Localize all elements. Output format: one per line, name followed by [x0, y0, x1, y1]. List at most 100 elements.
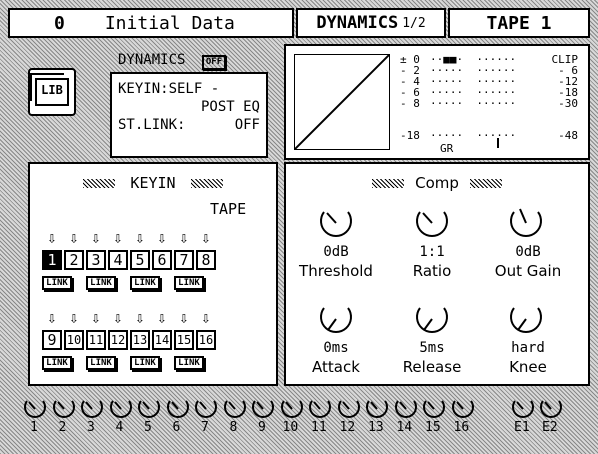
- dynamics-info-box[interactable]: KEYIN:SELF - POST EQ ST.LINK: OFF: [110, 72, 268, 158]
- knee-label: Knee: [509, 358, 547, 376]
- keyin-channel-button-16[interactable]: 16: [196, 330, 216, 350]
- channel-knob-6[interactable]: [165, 396, 191, 420]
- channel-knob-label-13: 13: [368, 420, 384, 435]
- channel-knob-1[interactable]: [22, 396, 48, 420]
- hatch-decoration: [83, 179, 116, 188]
- page-index: 1/2: [402, 15, 426, 31]
- keyin-source-label: TAPE: [210, 200, 247, 218]
- keyin-buttons-row1: 1 2 3 4 5 6 7 8: [42, 250, 262, 270]
- keyin-channel-button-10[interactable]: 10: [64, 330, 84, 350]
- channel-knob-11[interactable]: [307, 396, 333, 420]
- channel-knob-10[interactable]: [279, 396, 305, 420]
- channel-knob-7[interactable]: [193, 396, 219, 420]
- down-arrow-icon: ⇩: [91, 308, 101, 327]
- down-arrow-icon: ⇩: [157, 228, 167, 247]
- keyin-channel-button-1[interactable]: 1: [42, 250, 62, 270]
- channel-knob-3[interactable]: [79, 396, 105, 420]
- channel-knob-8[interactable]: [222, 396, 248, 420]
- stereo-link-value: OFF: [234, 117, 260, 133]
- comp-title-row: Comp: [284, 174, 590, 192]
- channel-knob-label-5: 5: [144, 420, 152, 435]
- channel-knob-16[interactable]: [450, 396, 476, 420]
- meter-dots: ··■■· ······ ····· ······ ····· ······ ·…: [430, 54, 528, 141]
- keyin-channel-button-14[interactable]: 14: [152, 330, 172, 350]
- meter-label-r4: -30: [558, 97, 578, 110]
- keyin-channel-button-4[interactable]: 4: [108, 250, 128, 270]
- channel-knob-14[interactable]: [393, 396, 419, 420]
- gain-reduction-label: GR: [440, 142, 454, 155]
- out-gain-label: Out Gain: [494, 262, 562, 280]
- channel-knob-15[interactable]: [421, 396, 447, 420]
- channel-knob-E1[interactable]: [510, 396, 536, 420]
- link-button-13-14[interactable]: LINK: [130, 356, 160, 370]
- down-arrow-icon: ⇩: [91, 228, 101, 247]
- release-label: Release: [402, 358, 462, 376]
- dynamics-on-off-button[interactable]: OFF: [201, 55, 227, 70]
- channel-knob-4[interactable]: [108, 396, 134, 420]
- keyin-channel-button-8[interactable]: 8: [196, 250, 216, 270]
- stereo-link-label: ST.LINK:: [118, 117, 186, 133]
- dynamics-graph: [294, 54, 390, 150]
- channel-knob-12[interactable]: [336, 396, 362, 420]
- comp-knob-area: 0dB Threshold 1:1 Ratio 0dB Out Gain 0ms…: [284, 196, 590, 386]
- keyin-channel-button-9[interactable]: 9: [42, 330, 62, 350]
- channel-knob-label-16: 16: [453, 420, 470, 435]
- gain-reduction-marker: [497, 138, 499, 148]
- keyin-channel-button-7[interactable]: 7: [174, 250, 194, 270]
- down-arrow-icon: ⇩: [113, 228, 123, 247]
- out-gain-value: 0dB: [515, 244, 541, 260]
- link-button-9-10[interactable]: LINK: [42, 356, 72, 370]
- keyin-channel-button-3[interactable]: 3: [86, 250, 106, 270]
- library-button[interactable]: LIB: [28, 68, 76, 116]
- link-row1: LINK LINK LINK LINK: [42, 276, 262, 290]
- link-button-15-16[interactable]: LINK: [174, 356, 204, 370]
- down-arrow-icon: ⇩: [69, 308, 79, 327]
- keyin-row1: ⇩ ⇩ ⇩ ⇩ ⇩ ⇩ ⇩ ⇩ 1 2 3 4 5 6 7 8 LINK LINK LI…: [42, 230, 262, 290]
- hatch-decoration: [190, 179, 223, 188]
- threshold-knob[interactable]: [316, 204, 356, 240]
- channel-knob-E2[interactable]: [538, 396, 564, 420]
- scene-number: 0: [54, 12, 65, 34]
- keyin-channel-button-12[interactable]: 12: [108, 330, 128, 350]
- knee-knob[interactable]: [506, 300, 546, 336]
- channel-knob-label-2: 2: [58, 420, 67, 435]
- channel-knob-label-E2: E2: [542, 420, 558, 435]
- channel-knob-label-8: 8: [229, 420, 238, 435]
- knee-value: hard: [511, 340, 545, 356]
- channel-knob-2[interactable]: [51, 396, 77, 420]
- down-arrow-icon: ⇩: [179, 228, 189, 247]
- meter-dot-row: ····· ······: [430, 97, 517, 110]
- keyin-channel-button-6[interactable]: 6: [152, 250, 172, 270]
- down-arrow-icon: ⇩: [69, 228, 79, 247]
- threshold-value: 0dB: [323, 244, 349, 260]
- channel-knob-9[interactable]: [250, 396, 276, 420]
- link-button-5-6[interactable]: LINK: [130, 276, 160, 290]
- attack-knob[interactable]: [316, 300, 356, 336]
- scene-name: Initial Data: [104, 12, 235, 34]
- keyin-channel-button-13[interactable]: 13: [130, 330, 150, 350]
- scene-header[interactable]: 0 Initial Data: [8, 8, 294, 38]
- down-arrow-icon: ⇩: [47, 308, 57, 327]
- link-row2: LINK LINK LINK LINK: [42, 356, 262, 370]
- keyin-channel-button-5[interactable]: 5: [130, 250, 150, 270]
- ratio-knob[interactable]: [412, 204, 452, 240]
- down-arrow-icon: ⇩: [201, 308, 211, 327]
- link-button-7-8[interactable]: LINK: [174, 276, 204, 290]
- keyin-channel-button-15[interactable]: 15: [174, 330, 194, 350]
- keyin-channel-button-11[interactable]: 11: [86, 330, 106, 350]
- out-gain-knob[interactable]: [506, 204, 546, 240]
- keyin-channel-button-2[interactable]: 2: [64, 250, 84, 270]
- channel-knob-label-9: 9: [258, 420, 266, 435]
- link-button-11-12[interactable]: LINK: [86, 356, 116, 370]
- down-arrow-icon: ⇩: [135, 308, 145, 327]
- channel-knob-13[interactable]: [364, 396, 390, 420]
- transfer-curve: [294, 54, 390, 150]
- ratio-label: Ratio: [412, 262, 452, 280]
- channel-knob-label-E1: E1: [514, 420, 530, 435]
- channel-knob-label-11: 11: [311, 420, 327, 435]
- channel-knob-5[interactable]: [136, 396, 162, 420]
- release-knob[interactable]: [412, 300, 452, 336]
- link-button-1-2[interactable]: LINK: [42, 276, 72, 290]
- keyin-title-row: KEYIN: [28, 174, 278, 192]
- link-button-3-4[interactable]: LINK: [86, 276, 116, 290]
